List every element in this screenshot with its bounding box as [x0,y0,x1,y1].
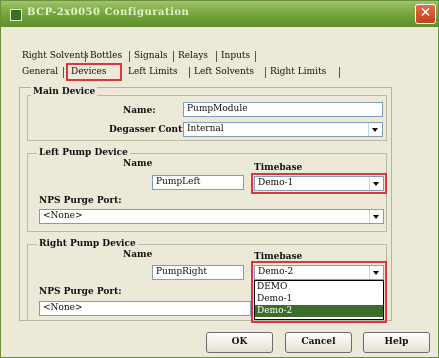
tab-separator [339,67,340,78]
tab-inputs[interactable]: Inputs [221,50,250,62]
left-pump-purge-value: <None> [43,211,83,221]
devices-tab-highlight [66,63,122,81]
left-pump-purge-select[interactable]: <None> [39,209,384,224]
left-timebase-highlight [251,173,387,194]
close-icon: ✕ [419,5,432,21]
right-timebase-highlight [251,261,387,323]
main-device-group-label: Main Device [31,87,98,97]
left-pump-group-label: Left Pump Device [37,148,130,158]
tab-separator [255,51,256,62]
cancel-button[interactable]: Cancel [285,332,352,353]
chevron-down-icon[interactable] [369,210,383,223]
right-pump-group-label: Right Pump Device [37,239,138,249]
tab-relays[interactable]: Relays [178,50,208,62]
configuration-dialog: BCP-2x0050 Configuration ✕ Right Solvent… [0,0,439,358]
chevron-down-icon[interactable] [368,123,382,136]
right-pump-purge-value: <None> [43,303,83,313]
tab-left-solvents[interactable]: Left Solvents [194,66,254,78]
main-device-name-field[interactable]: PumpModule [183,102,383,117]
ok-button[interactable]: OK [206,332,273,353]
tab-bottles[interactable]: Bottles [90,50,122,62]
right-pump-name-header: Name [123,250,153,260]
tab-left-limits[interactable]: Left Limits [128,66,178,78]
close-button[interactable]: ✕ [415,4,436,24]
degasser-control-value: Internal [187,124,224,134]
tab-signals[interactable]: Signals [134,50,167,62]
left-pump-name-header: Name [123,159,153,169]
tab-separator [63,67,64,78]
tab-separator [173,51,174,62]
degasser-control-select[interactable]: Internal [183,122,383,137]
tab-right-solvents[interactable]: Right Solvents [22,50,89,62]
main-device-name-label: Name: [123,106,156,116]
tab-separator [265,67,266,78]
right-pump-name-field[interactable]: PumpRight [152,265,244,280]
tab-right-limits[interactable]: Right Limits [270,66,326,78]
right-pump-purge-label: NPS Purge Port: [39,287,122,297]
window-title: BCP-2x0050 Configuration [27,7,190,18]
tab-general[interactable]: General [22,66,58,78]
tab-separator [189,67,190,78]
help-button[interactable]: Help [363,332,430,353]
app-icon [10,9,22,21]
tab-separator [85,51,86,62]
left-pump-name-field[interactable]: PumpLeft [152,175,244,190]
left-pump-purge-label: NPS Purge Port: [39,196,122,206]
right-pump-purge-select[interactable]: <None> [39,301,251,316]
tab-separator [129,51,130,62]
tab-separator [216,51,217,62]
left-pump-timebase-header: Timebase [254,163,303,173]
title-bar[interactable]: BCP-2x0050 Configuration ✕ [1,1,438,27]
